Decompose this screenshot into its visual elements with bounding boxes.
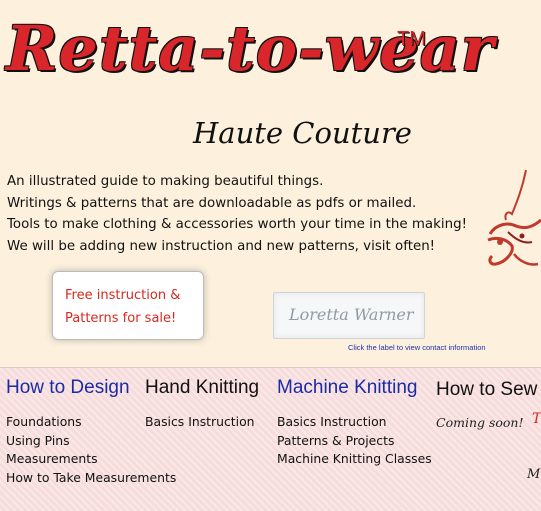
tagline: Haute Couture [193, 116, 412, 150]
intro-line: We will be adding new instruction and ne… [7, 238, 436, 254]
nav-link-using-pins[interactable]: Using Pins [6, 432, 176, 451]
cropped-decor-text: T [532, 411, 541, 427]
free-instruction-badge[interactable]: Free instruction & Patterns for sale! [52, 271, 204, 340]
contact-label-button[interactable]: Loretta Warner [273, 292, 425, 339]
badge-text: Free instruction & Patterns for sale! [65, 284, 180, 330]
nav-link-machine-classes[interactable]: Machine Knitting Classes [277, 450, 432, 469]
intro-line: Writings & patterns that are downloadabl… [7, 195, 417, 211]
nav-heading-hand-knitting[interactable]: Hand Knitting [145, 375, 259, 401]
trademark-symbol: TM [397, 28, 426, 50]
contact-label-caption: Click the label to view contact informat… [348, 343, 486, 352]
nav-link-measurements[interactable]: Measurements [6, 450, 176, 469]
nav-column-machine-knitting: Machine Knitting Basics Instruction Patt… [277, 375, 432, 469]
site-logo[interactable]: Retta-to-wear TM [6, 2, 494, 112]
intro-line: An illustrated guide to making beautiful… [7, 174, 324, 189]
nav-link-hand-basics[interactable]: Basics Instruction [145, 413, 259, 432]
badge-line: Free instruction & [65, 288, 181, 303]
intro-text: An illustrated guide to making beautiful… [7, 171, 467, 257]
contact-label-name: Loretta Warner [289, 305, 414, 324]
intro-line: Tools to make clothing & accessories wor… [7, 217, 467, 232]
nav-heading-sew[interactable]: How to Sew [436, 377, 537, 403]
nav-heading-machine-knitting[interactable]: Machine Knitting [277, 375, 432, 401]
nav-link-machine-basics[interactable]: Basics Instruction [277, 413, 432, 432]
nav-link-take-measurements[interactable]: How to Take Measurements [6, 469, 176, 488]
badge-line: Patterns for sale! [65, 311, 177, 326]
nav-column-hand-knitting: Hand Knitting Basics Instruction [145, 375, 259, 432]
nav-link-patterns-projects[interactable]: Patterns & Projects [277, 432, 432, 451]
shoe-illustration-icon [487, 170, 541, 266]
coming-soon-text: Coming soon! [436, 415, 524, 430]
cropped-decor-text-2: M [527, 467, 541, 482]
nav-column-sew: How to Sew [436, 377, 537, 415]
